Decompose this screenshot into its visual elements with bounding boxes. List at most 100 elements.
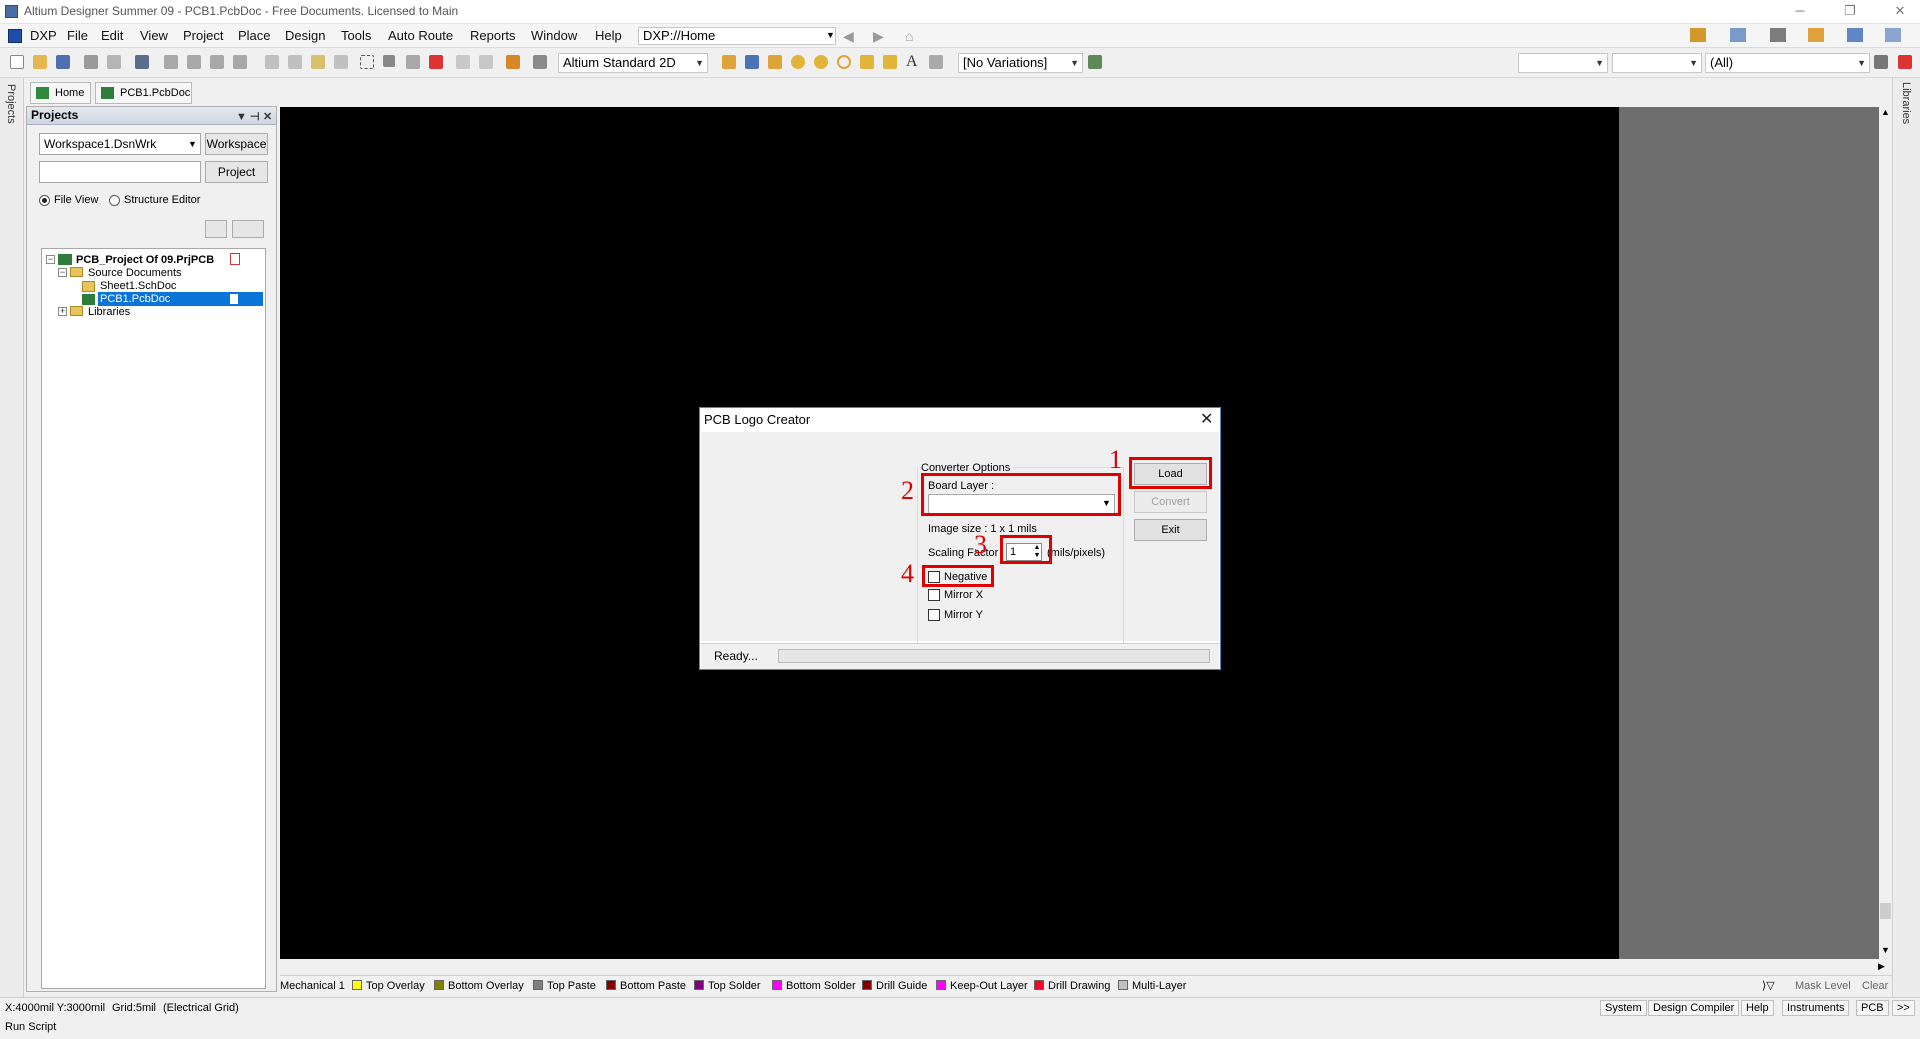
- filter-select-1[interactable]: ▼: [1518, 53, 1608, 73]
- menu-auto-route[interactable]: Auto Route: [388, 28, 453, 43]
- diff-pair-icon[interactable]: [768, 55, 782, 69]
- fill-icon[interactable]: [860, 55, 874, 69]
- layer-tab-mechanical-1[interactable]: Mechanical 1: [280, 979, 345, 993]
- close-window-icon[interactable]: ✕: [1885, 3, 1915, 21]
- select-overlap-icon[interactable]: [406, 55, 420, 69]
- redo-icon[interactable]: [479, 55, 493, 69]
- pin-icon[interactable]: ⊣: [250, 109, 260, 126]
- scroll-right-icon[interactable]: ▶: [1878, 961, 1885, 972]
- variations-select[interactable]: [No Variations] ▼: [958, 53, 1083, 73]
- move-icon[interactable]: [383, 55, 395, 67]
- tree-libraries[interactable]: Libraries: [88, 305, 130, 319]
- menu-reports[interactable]: Reports: [470, 28, 516, 43]
- string-icon[interactable]: A: [906, 53, 918, 71]
- expand-icon[interactable]: +: [58, 307, 67, 316]
- tree-source-documents[interactable]: Source Documents: [88, 266, 182, 280]
- projects-side-tab[interactable]: Projects: [5, 84, 17, 124]
- via-icon[interactable]: [814, 55, 828, 69]
- exit-button[interactable]: Exit: [1134, 519, 1207, 541]
- menu-tools[interactable]: Tools: [341, 28, 371, 43]
- horizontal-scrollbar[interactable]: ▶: [280, 959, 1892, 975]
- mask-level-button[interactable]: Mask Level: [1795, 979, 1851, 993]
- layer-tab-top-overlay[interactable]: Top Overlay: [352, 979, 425, 993]
- layer-tab-bottom-solder[interactable]: Bottom Solder: [772, 979, 856, 993]
- zoom-fit-icon[interactable]: [164, 55, 178, 69]
- copy-icon[interactable]: [288, 55, 302, 69]
- print-preview-icon[interactable]: [107, 55, 121, 69]
- workspace-select[interactable]: Workspace1.DsnWrk ▼: [39, 133, 201, 155]
- layer-tab-top-solder[interactable]: Top Solder: [694, 979, 761, 993]
- rubber-stamp-icon[interactable]: [334, 55, 348, 69]
- wire-tool-icon[interactable]: [1690, 28, 1706, 42]
- component-icon[interactable]: [533, 55, 547, 69]
- route-icon[interactable]: [722, 55, 736, 69]
- tree-project[interactable]: PCB_Project Of 09.PrjPCB: [76, 253, 214, 267]
- cut-icon[interactable]: [265, 55, 279, 69]
- mirror-y-checkbox[interactable]: [928, 609, 940, 621]
- back-icon[interactable]: ◀: [843, 28, 854, 45]
- layer-tab-keep-out[interactable]: Keep-Out Layer: [936, 979, 1028, 993]
- zoom-filter-icon[interactable]: [233, 55, 247, 69]
- address-dropdown-icon[interactable]: ▼: [826, 30, 835, 40]
- menu-project[interactable]: Project: [183, 28, 223, 43]
- project-button[interactable]: Project: [205, 161, 268, 183]
- menu-design[interactable]: Design: [285, 28, 325, 43]
- file-view-radio[interactable]: [39, 195, 50, 206]
- forward-icon[interactable]: ▶: [873, 28, 884, 45]
- panel-close-icon[interactable]: ✕: [263, 109, 272, 126]
- new-doc-icon[interactable]: [10, 55, 24, 69]
- libraries-side-tab[interactable]: Libraries: [1900, 82, 1912, 124]
- tab-home[interactable]: Home: [30, 82, 91, 104]
- convert-button[interactable]: Convert: [1134, 491, 1207, 513]
- compile-project-icon[interactable]: [205, 220, 227, 238]
- zoom-area-icon[interactable]: [187, 55, 201, 69]
- open-icon[interactable]: [33, 55, 47, 69]
- clear-filter-icon[interactable]: [1898, 55, 1912, 69]
- pad-icon[interactable]: [791, 55, 805, 69]
- panel-icon[interactable]: [1847, 28, 1863, 42]
- select-area-icon[interactable]: [360, 55, 374, 69]
- panel-system-button[interactable]: System: [1600, 1000, 1647, 1016]
- collapse-icon[interactable]: −: [58, 268, 67, 277]
- tool-icon[interactable]: [1770, 28, 1786, 42]
- menu-edit[interactable]: Edit: [101, 28, 123, 43]
- tab-pcb1[interactable]: PCB1.PcbDoc: [95, 82, 192, 104]
- menu-file[interactable]: File: [67, 28, 88, 43]
- undo-icon[interactable]: [456, 55, 470, 69]
- filter-icon[interactable]: [1808, 28, 1824, 42]
- arc-icon[interactable]: [837, 55, 851, 69]
- vertical-scrollbar[interactable]: ▲ ▼: [1879, 107, 1892, 959]
- collapse-icon[interactable]: −: [46, 255, 55, 264]
- paste-icon[interactable]: [311, 55, 325, 69]
- deselect-icon[interactable]: [429, 55, 443, 69]
- grid-icon[interactable]: [1885, 28, 1901, 42]
- panel-design-compiler-button[interactable]: Design Compiler: [1648, 1000, 1740, 1016]
- panel-pcb-button[interactable]: PCB: [1856, 1000, 1889, 1016]
- polygon-icon[interactable]: [883, 55, 897, 69]
- home-nav-icon[interactable]: ⌂: [905, 28, 913, 44]
- project-options-icon[interactable]: [232, 220, 264, 238]
- menu-dxp[interactable]: DXP: [30, 28, 57, 43]
- zoom-select-icon[interactable]: [210, 55, 224, 69]
- panel-help-button[interactable]: Help: [1741, 1000, 1774, 1016]
- print-icon[interactable]: [84, 55, 98, 69]
- variant-icon[interactable]: [1088, 55, 1102, 69]
- scroll-up-icon[interactable]: ▲: [1881, 107, 1890, 117]
- workspace-button[interactable]: Workspace: [205, 133, 268, 155]
- layer-tab-top-paste[interactable]: Top Paste: [533, 979, 596, 993]
- scroll-down-icon[interactable]: ▼: [1881, 945, 1890, 955]
- layer-tab-multi-layer[interactable]: Multi-Layer: [1118, 979, 1186, 993]
- layout-icon[interactable]: [1730, 28, 1746, 42]
- dialog-close-icon[interactable]: ✕: [1200, 409, 1213, 429]
- layer-tab-bottom-overlay[interactable]: Bottom Overlay: [434, 979, 524, 993]
- layer-tab-drill-guide[interactable]: Drill Guide: [862, 979, 927, 993]
- scroll-thumb[interactable]: [1880, 903, 1891, 919]
- structure-editor-radio[interactable]: [109, 195, 120, 206]
- tree-pcb1[interactable]: PCB1.PcbDoc: [100, 292, 170, 306]
- apply-filter-icon[interactable]: [1874, 55, 1888, 69]
- filter-all-select[interactable]: (All) ▼: [1705, 53, 1870, 73]
- tree-sheet1[interactable]: Sheet1.SchDoc: [100, 279, 176, 293]
- save-icon[interactable]: [56, 55, 70, 69]
- mirror-x-checkbox[interactable]: [928, 589, 940, 601]
- 3d-icon[interactable]: [135, 55, 149, 69]
